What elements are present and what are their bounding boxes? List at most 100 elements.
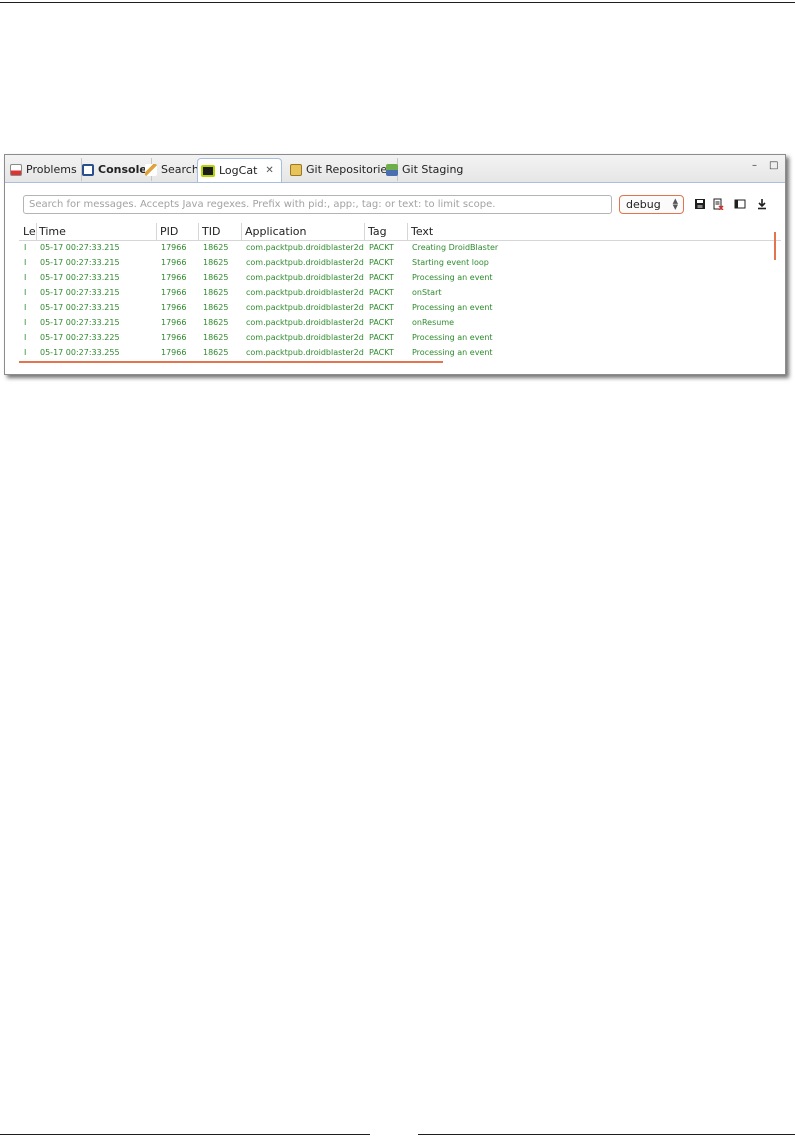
table-row[interactable]: I 05-17 00:27:33.215 17966 18625 com.pac… xyxy=(19,286,781,301)
cell-time: 05-17 00:27:33.215 xyxy=(40,273,120,282)
table-row[interactable]: I 05-17 00:27:33.215 17966 18625 com.pac… xyxy=(19,256,781,271)
cell-level: I xyxy=(24,303,27,312)
page-bottom-rule-left xyxy=(0,1134,370,1135)
cell-tag: PACKT xyxy=(369,348,394,357)
column-header-application[interactable]: Application xyxy=(245,225,306,238)
cell-level: I xyxy=(24,348,27,357)
cell-application: com.packtpub.droidblaster2d xyxy=(246,258,364,267)
cell-text: onResume xyxy=(412,318,455,327)
clear-log-icon[interactable] xyxy=(712,198,724,210)
column-divider[interactable] xyxy=(198,223,199,240)
page-bottom-rule-right xyxy=(418,1134,795,1135)
toggle-filters-icon[interactable] xyxy=(734,198,746,210)
cell-pid: 17966 xyxy=(161,258,187,267)
cell-text: Processing an event xyxy=(412,348,493,357)
cell-level: I xyxy=(24,333,27,342)
column-header-text[interactable]: Text xyxy=(411,225,433,238)
search-input[interactable] xyxy=(23,195,612,214)
column-header-time[interactable]: Time xyxy=(39,225,66,238)
table-row[interactable]: I 05-17 00:27:33.215 17966 18625 com.pac… xyxy=(19,241,781,256)
tab-git-staging[interactable]: Git Staging xyxy=(383,158,467,181)
cell-pid: 17966 xyxy=(161,333,187,342)
table-row[interactable]: I 05-17 00:27:33.225 17966 18625 com.pac… xyxy=(19,331,781,346)
table-header: Le Time PID TID Application Tag Text xyxy=(19,223,781,241)
tab-label: Console xyxy=(98,163,147,176)
cell-application: com.packtpub.droidblaster2d xyxy=(246,243,364,252)
tab-problems[interactable]: Problems xyxy=(7,158,82,181)
cell-time: 05-17 00:27:33.215 xyxy=(40,318,120,327)
column-divider[interactable] xyxy=(364,223,365,240)
column-header-tag[interactable]: Tag xyxy=(368,225,387,238)
cell-text: Creating DroidBlaster xyxy=(412,243,499,252)
cell-pid: 17966 xyxy=(161,348,187,357)
table-row[interactable]: I 05-17 00:27:33.255 17966 18625 com.pac… xyxy=(19,346,781,361)
cell-pid: 17966 xyxy=(161,303,187,312)
spinner-arrows-icon: ▲ ▼ xyxy=(672,197,678,211)
scroll-lock-icon[interactable] xyxy=(756,198,768,210)
log-table: Le Time PID TID Application Tag Text I 0… xyxy=(19,223,781,361)
cell-tag: PACKT xyxy=(369,288,394,297)
vertical-scrollbar[interactable] xyxy=(774,232,776,260)
cell-application: com.packtpub.droidblaster2d xyxy=(246,333,364,342)
search-icon xyxy=(145,163,157,176)
cell-tag: PACKT xyxy=(369,243,394,252)
tab-label: Search xyxy=(161,163,199,176)
table-row[interactable]: I 05-17 00:27:33.215 17966 18625 com.pac… xyxy=(19,316,781,331)
view-tab-bar: Problems Console Search LogCat ✕ Git Rep… xyxy=(5,155,785,183)
logcat-icon xyxy=(201,164,215,177)
cell-tag: PACKT xyxy=(369,303,394,312)
table-row[interactable]: I 05-17 00:27:33.215 17966 18625 com.pac… xyxy=(19,271,781,286)
cell-application: com.packtpub.droidblaster2d xyxy=(246,273,364,282)
cell-tag: PACKT xyxy=(369,318,394,327)
minimize-icon[interactable]: – xyxy=(752,161,762,171)
cell-pid: 17966 xyxy=(161,318,187,327)
table-row[interactable]: I 05-17 00:27:33.215 17966 18625 com.pac… xyxy=(19,301,781,316)
console-icon xyxy=(82,163,94,176)
tab-search[interactable]: Search xyxy=(142,158,204,181)
cell-application: com.packtpub.droidblaster2d xyxy=(246,318,364,327)
cell-time: 05-17 00:27:33.215 xyxy=(40,258,120,267)
cell-time: 05-17 00:27:33.255 xyxy=(40,348,120,357)
tab-label: Git Staging xyxy=(402,163,464,176)
cell-tid: 18625 xyxy=(203,318,229,327)
page-top-rule xyxy=(0,2,795,3)
cell-pid: 17966 xyxy=(161,288,187,297)
tab-label: Problems xyxy=(26,163,77,176)
column-divider[interactable] xyxy=(241,223,242,240)
logcat-panel: Problems Console Search LogCat ✕ Git Rep… xyxy=(4,154,786,375)
tab-git-repositories[interactable]: Git Repositories xyxy=(287,158,398,181)
log-level-value: debug xyxy=(626,198,661,211)
column-header-tid[interactable]: TID xyxy=(202,225,220,238)
column-divider[interactable] xyxy=(36,223,37,240)
git-staging-icon xyxy=(386,163,398,176)
cell-tag: PACKT xyxy=(369,258,394,267)
cell-time: 05-17 00:27:33.225 xyxy=(40,333,120,342)
cell-tag: PACKT xyxy=(369,333,394,342)
tab-label: LogCat xyxy=(219,164,258,177)
cell-tid: 18625 xyxy=(203,288,229,297)
cell-tid: 18625 xyxy=(203,303,229,312)
cell-text: Starting event loop xyxy=(412,258,489,267)
cell-text: Processing an event xyxy=(412,273,493,282)
cell-level: I xyxy=(24,243,27,252)
cell-time: 05-17 00:27:33.215 xyxy=(40,303,120,312)
column-divider[interactable] xyxy=(407,223,408,240)
cell-tid: 18625 xyxy=(203,258,229,267)
cell-tid: 18625 xyxy=(203,243,229,252)
log-level-select[interactable]: debug ▲ ▼ xyxy=(619,195,684,214)
tab-label: Git Repositories xyxy=(306,163,393,176)
column-header-level[interactable]: Le xyxy=(23,225,36,238)
cell-pid: 17966 xyxy=(161,273,187,282)
tab-logcat[interactable]: LogCat ✕ xyxy=(197,158,282,182)
cell-tid: 18625 xyxy=(203,333,229,342)
column-header-pid[interactable]: PID xyxy=(160,225,178,238)
save-icon[interactable] xyxy=(694,198,706,210)
horizontal-scrollbar[interactable] xyxy=(19,361,443,363)
column-divider[interactable] xyxy=(156,223,157,240)
cell-level: I xyxy=(24,288,27,297)
maximize-icon[interactable]: □ xyxy=(769,161,779,171)
git-repositories-icon xyxy=(290,163,302,176)
cell-text: Processing an event xyxy=(412,303,493,312)
close-icon[interactable]: ✕ xyxy=(265,165,273,176)
tab-console[interactable]: Console xyxy=(79,158,152,181)
